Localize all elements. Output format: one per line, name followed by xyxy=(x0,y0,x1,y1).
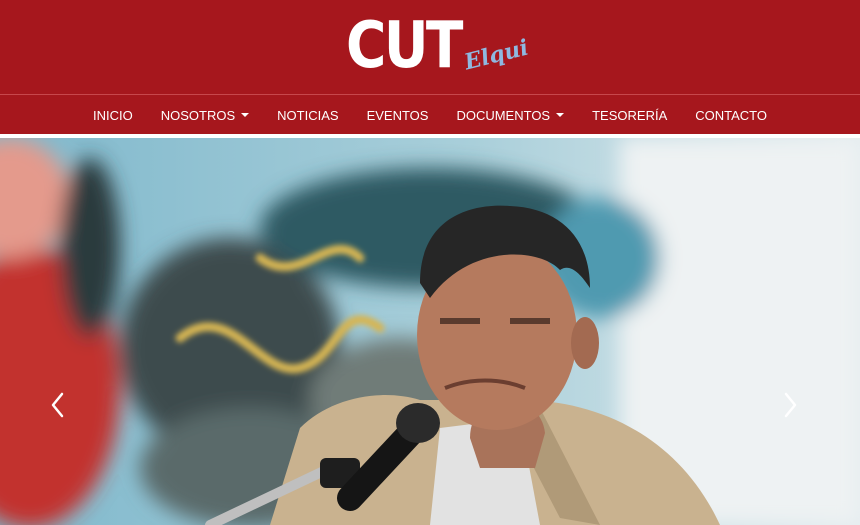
nav-item-nosotros[interactable]: NOSOTROS xyxy=(160,107,250,123)
nav-item-tesoreria[interactable]: TESORERÍA xyxy=(592,108,667,123)
nav-item-noticias[interactable]: NOTICIAS xyxy=(277,108,338,123)
nav-item-inicio[interactable]: INICIO xyxy=(93,108,133,123)
chevron-right-icon xyxy=(784,392,797,418)
chevron-left-icon xyxy=(51,392,64,418)
nav-label: EVENTOS xyxy=(366,107,429,123)
logo-subtext: Elqui xyxy=(461,34,532,76)
logo-text: CUT xyxy=(346,9,463,83)
nav-item-eventos[interactable]: EVENTOS xyxy=(367,108,429,123)
caret-down-icon xyxy=(241,113,250,117)
nav-label: TESORERÍA xyxy=(592,107,668,123)
nav-label: NOSOTROS xyxy=(160,107,236,123)
hero-slide-image xyxy=(0,138,860,525)
nav-label: DOCUMENTOS xyxy=(456,107,551,123)
nav-label: NOTICIAS xyxy=(277,107,339,123)
carousel-next-button[interactable] xyxy=(780,390,810,430)
nav-label: CONTACTO xyxy=(695,107,767,123)
carousel-prev-button[interactable] xyxy=(48,390,78,430)
main-navbar: INICIO NOSOTROS NOTICIAS EVENTOS DOCUMEN… xyxy=(0,94,860,135)
nav-label: INICIO xyxy=(93,107,133,123)
site-logo[interactable]: CUT Elqui xyxy=(346,9,531,84)
hero-carousel[interactable] xyxy=(0,138,860,525)
nav-item-documentos[interactable]: DOCUMENTOS xyxy=(456,107,565,123)
nav-item-contacto[interactable]: CONTACTO xyxy=(695,108,767,123)
caret-down-icon xyxy=(556,113,565,117)
site-header: CUT Elqui xyxy=(0,0,860,94)
